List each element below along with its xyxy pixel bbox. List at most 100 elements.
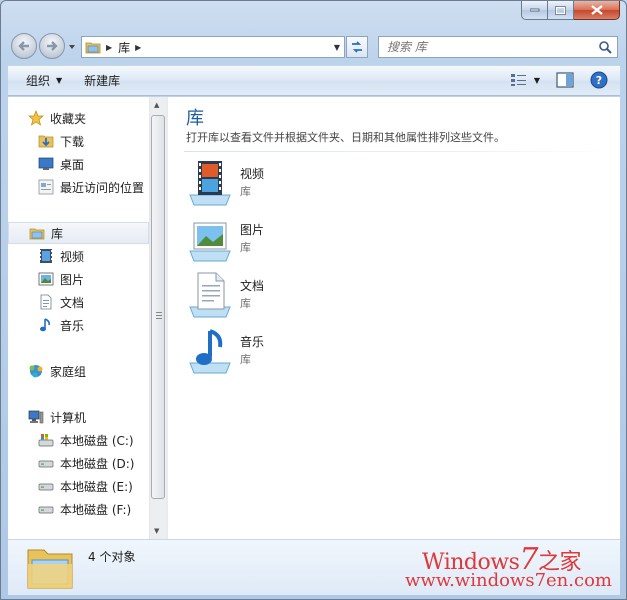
- star-icon: [28, 110, 44, 126]
- explorer-window: ▶ 库 ▶ ▼ 组织 ▼ 新建库 ▼ ?: [0, 0, 627, 600]
- library-type: 库: [240, 241, 251, 254]
- new-library-label: 新建库: [84, 74, 121, 88]
- video-icon: [38, 248, 54, 264]
- system-drive-icon: [38, 432, 54, 448]
- nav-computer[interactable]: 计算机: [8, 406, 149, 428]
- breadcrumb-libraries[interactable]: 库: [118, 39, 130, 56]
- nav-videos-label: 视频: [60, 249, 85, 264]
- nav-favorites[interactable]: 收藏夹: [8, 107, 149, 129]
- nav-computer-label: 计算机: [50, 410, 87, 425]
- library-name: 文档: [240, 279, 265, 293]
- refresh-icon: [352, 41, 362, 53]
- forward-button[interactable]: [39, 33, 65, 59]
- nav-music[interactable]: 音乐: [8, 314, 149, 336]
- details-pane: 4 个对象 Windows7之家 www.windows7en.com: [8, 539, 620, 595]
- address-bar[interactable]: ▶ 库 ▶ ▼: [81, 36, 345, 58]
- minimize-button[interactable]: [521, 1, 548, 20]
- refresh-button[interactable]: [346, 36, 368, 58]
- nav-drive-f[interactable]: 本地磁盘 (F:): [8, 498, 149, 520]
- forward-arrow-icon: [47, 41, 58, 51]
- documents-icon: [38, 294, 54, 310]
- nav-homegroup[interactable]: 家庭组: [8, 360, 149, 382]
- search-input[interactable]: [387, 40, 587, 54]
- recent-pages-dropdown-icon[interactable]: [67, 42, 77, 52]
- item-count: 4 个对象: [88, 550, 136, 564]
- breadcrumb-separator-end[interactable]: ▶: [135, 43, 141, 52]
- downloads-folder-icon: [38, 133, 54, 149]
- computer-icon: [28, 409, 44, 425]
- library-folder-large-icon: [27, 549, 73, 589]
- nav-drive-d-label: 本地磁盘 (D:): [60, 456, 135, 471]
- navigation-pane-scrollbar[interactable]: ▲ ▼: [149, 97, 166, 539]
- homegroup-icon: [28, 363, 44, 379]
- library-item-pictures[interactable]: 图片 库: [186, 215, 486, 265]
- header-divider: [184, 151, 614, 152]
- content-area: 收藏夹 下载 桌面 最近访问的位置 库 视频 图片 文档 音乐 家庭组 计算机 …: [8, 97, 620, 539]
- scrollbar-grip-icon: [156, 312, 162, 319]
- library-item-videos[interactable]: 视频 库: [186, 159, 486, 209]
- nav-recent-label: 最近访问的位置: [60, 180, 145, 195]
- search-box: [378, 36, 618, 58]
- nav-documents[interactable]: 文档: [8, 291, 149, 313]
- new-library-button[interactable]: 新建库: [84, 72, 120, 89]
- hard-drive-icon: [38, 455, 54, 471]
- nav-libraries[interactable]: 库: [8, 222, 149, 244]
- nav-videos[interactable]: 视频: [8, 245, 149, 267]
- desktop-icon: [38, 156, 54, 172]
- library-item-documents[interactable]: 文档 库: [186, 271, 486, 321]
- nav-drive-e[interactable]: 本地磁盘 (E:): [8, 475, 149, 497]
- library-type: 库: [240, 185, 251, 198]
- music-note-icon: [38, 317, 54, 333]
- breadcrumb-separator[interactable]: ▶: [106, 43, 112, 52]
- minimize-icon: [529, 8, 539, 12]
- nav-desktop[interactable]: 桌面: [8, 153, 149, 175]
- search-icon[interactable]: [598, 40, 612, 54]
- nav-recent-places[interactable]: 最近访问的位置: [8, 176, 149, 198]
- music-library-icon: [189, 329, 231, 374]
- help-icon[interactable]: ?: [590, 71, 608, 89]
- nav-drive-d[interactable]: 本地磁盘 (D:): [8, 452, 149, 474]
- nav-music-label: 音乐: [60, 318, 85, 333]
- close-button[interactable]: [574, 1, 620, 20]
- library-item-music[interactable]: 音乐 库: [186, 327, 486, 377]
- navigation-pane: 收藏夹 下载 桌面 最近访问的位置 库 视频 图片 文档 音乐 家庭组 计算机 …: [8, 97, 149, 539]
- nav-downloads-label: 下载: [60, 134, 85, 149]
- organize-button[interactable]: 组织 ▼: [26, 72, 62, 89]
- nav-downloads[interactable]: 下载: [8, 130, 149, 152]
- caption-buttons: [521, 1, 620, 21]
- library-name: 音乐: [240, 335, 265, 349]
- scroll-down-arrow-icon[interactable]: ▼: [154, 527, 159, 535]
- view-controls: ▼ ?: [510, 71, 608, 89]
- libraries-icon: [29, 225, 45, 241]
- address-history-dropdown[interactable]: ▼: [334, 43, 340, 52]
- nav-documents-label: 文档: [60, 295, 85, 310]
- pictures-library-icon: [189, 222, 231, 262]
- scroll-up-arrow-icon[interactable]: ▲: [154, 101, 159, 109]
- organize-label: 组织: [26, 74, 51, 88]
- library-type: 库: [240, 297, 251, 310]
- hard-drive-icon: [38, 478, 54, 494]
- maximize-button[interactable]: [548, 1, 574, 20]
- svg-text:?: ?: [596, 74, 602, 87]
- page-title: 库: [186, 108, 204, 129]
- close-icon: [590, 5, 603, 15]
- nav-pictures[interactable]: 图片: [8, 268, 149, 290]
- nav-drive-f-label: 本地磁盘 (F:): [60, 502, 132, 517]
- nav-pictures-label: 图片: [60, 272, 85, 287]
- command-bar: 组织 ▼ 新建库 ▼ ?: [8, 65, 620, 96]
- library-folder-icon: [85, 42, 101, 54]
- library-name: 视频: [240, 167, 265, 181]
- library-type: 库: [240, 353, 251, 366]
- nav-drive-e-label: 本地磁盘 (E:): [60, 479, 133, 494]
- library-view: 库 打开库以查看文件并根据文件夹、日期和其他属性排列这些文件。 视频 库 图片 …: [168, 97, 620, 539]
- recent-places-icon: [38, 179, 54, 195]
- nav-libraries-label: 库: [51, 226, 64, 241]
- back-button[interactable]: [11, 33, 37, 59]
- preview-pane-icon[interactable]: [556, 72, 574, 88]
- nav-drive-c-label: 本地磁盘 (C:): [60, 433, 134, 448]
- view-options-dropdown[interactable]: ▼: [534, 76, 540, 85]
- documents-library-icon: [189, 272, 231, 318]
- change-view-icon[interactable]: [510, 73, 528, 87]
- nav-drive-c[interactable]: 本地磁盘 (C:): [8, 429, 149, 451]
- scrollbar-thumb[interactable]: [151, 115, 165, 499]
